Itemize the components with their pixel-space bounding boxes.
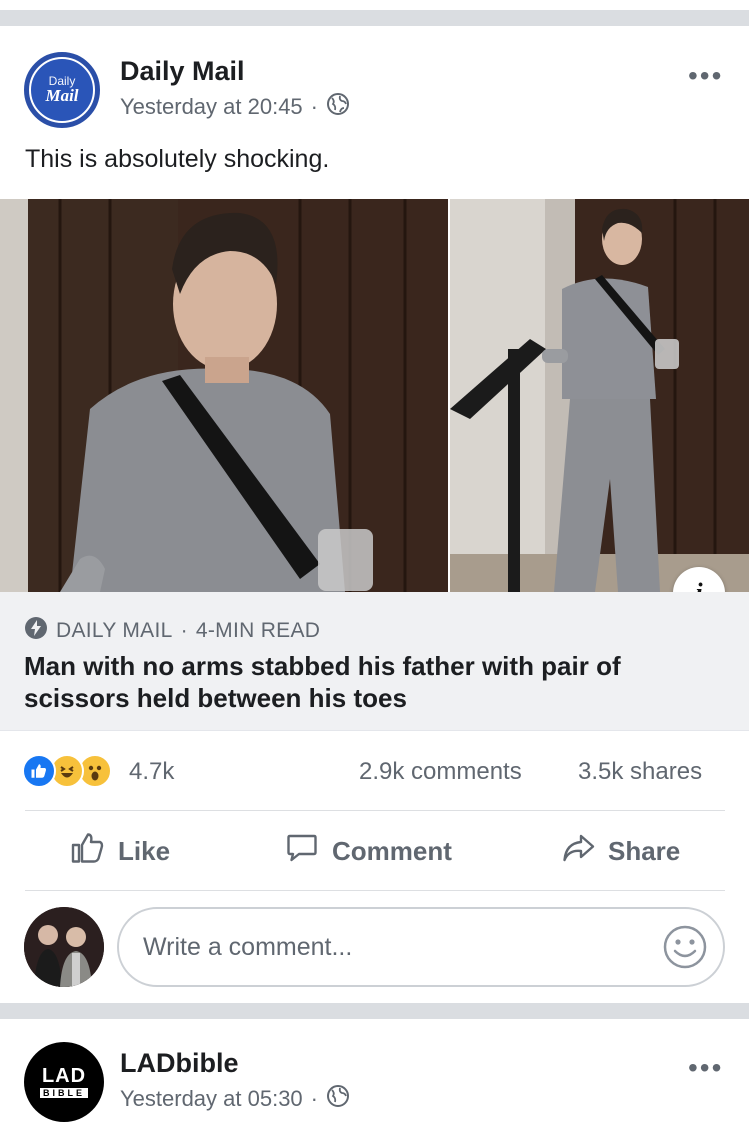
emoji-icon[interactable] [663, 925, 707, 976]
post-photo-left[interactable] [0, 199, 448, 592]
feed-separator-bottom [0, 1003, 749, 1019]
feed-gap-top [0, 0, 749, 10]
thumbs-up-icon [70, 830, 106, 873]
comment-placeholder: Write a comment... [143, 932, 353, 961]
user-avatar[interactable] [24, 907, 104, 987]
next-post-meta: Yesterday at 05:30 · [120, 1084, 350, 1114]
link-source: DAILY MAIL · 4-MIN READ [24, 616, 320, 646]
globe-icon [326, 92, 350, 122]
comment-input[interactable]: Write a comment... [117, 907, 725, 987]
stats-divider [25, 810, 725, 811]
post-caption: This is absolutely shocking. [25, 145, 330, 173]
comment-label: Comment [332, 836, 452, 866]
post-meta: Yesterday at 20:45 · [120, 92, 350, 122]
ladbible-logo-bottom: BIBLE [40, 1088, 88, 1098]
link-preview[interactable]: DAILY MAIL · 4-MIN READ Man with no arms… [0, 592, 749, 731]
more-options-button[interactable]: ••• [688, 60, 723, 92]
globe-icon [326, 1084, 350, 1114]
comment-button[interactable]: Comment [284, 830, 452, 873]
post-photo-right[interactable] [450, 199, 749, 592]
comment-count[interactable]: 2.9k comments [359, 758, 522, 786]
page-avatar[interactable]: Daily Mail [24, 52, 100, 128]
share-arrow-icon [560, 830, 596, 873]
lightning-icon [24, 616, 48, 646]
share-button[interactable]: Share [560, 830, 680, 873]
avatar-logo-top: Daily [48, 74, 76, 88]
comment-icon [284, 830, 320, 873]
next-meta-separator: · [310, 1086, 318, 1111]
page-name[interactable]: Daily Mail [120, 56, 245, 87]
next-more-options-button[interactable]: ••• [688, 1052, 723, 1084]
share-count[interactable]: 3.5k shares [578, 758, 702, 786]
ladbible-logo-top: LAD [41, 1065, 87, 1087]
link-title[interactable]: Man with no arms stabbed his father with… [24, 650, 714, 714]
meta-separator: · [310, 94, 318, 119]
next-post-timestamp[interactable]: Yesterday at 05:30 [120, 1086, 303, 1112]
like-button[interactable]: Like [70, 830, 170, 873]
next-page-name[interactable]: LADbible [120, 1048, 239, 1079]
link-source-separator: · [180, 619, 188, 642]
reaction-count[interactable]: 4.7k [129, 758, 174, 786]
feed-separator-top [0, 10, 749, 26]
like-icon [22, 754, 56, 788]
share-label: Share [608, 836, 681, 866]
daily-mail-logo: Daily Mail [29, 57, 95, 123]
avatar-logo-bottom: Mail [45, 86, 79, 105]
like-label: Like [118, 836, 171, 866]
link-read-time: 4-MIN READ [195, 619, 321, 642]
ladbible-avatar[interactable]: LAD BIBLE [24, 1042, 104, 1122]
reaction-summary[interactable] [22, 754, 112, 788]
post-timestamp[interactable]: Yesterday at 20:45 [120, 94, 303, 120]
link-source-name: DAILY MAIL [56, 619, 173, 642]
actions-divider [25, 890, 725, 891]
